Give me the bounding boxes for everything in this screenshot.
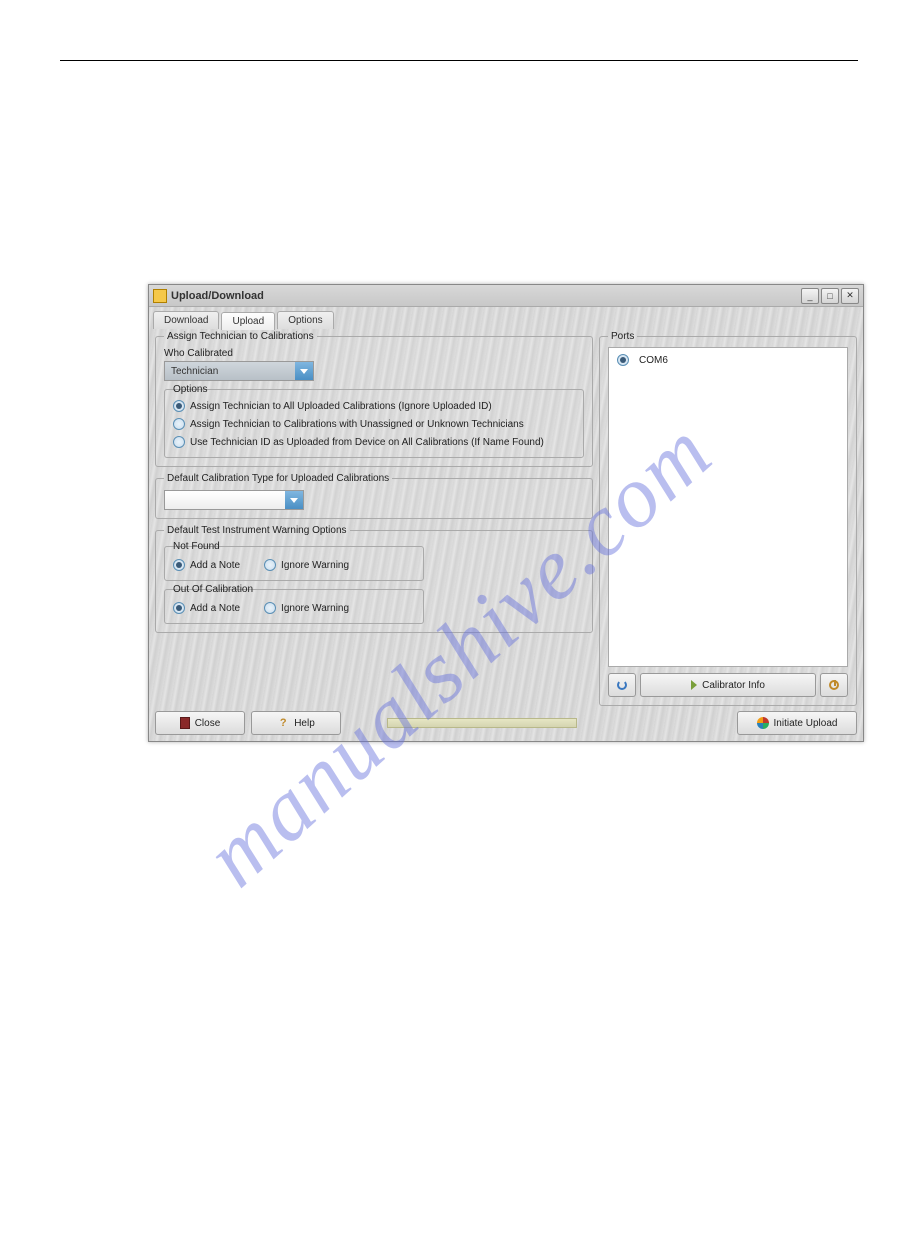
upload-download-window: Upload/Download _ □ ✕ Download Upload Op… — [148, 284, 864, 742]
default-calibration-type-group: Default Calibration Type for Uploaded Ca… — [155, 473, 593, 519]
power-icon — [829, 680, 839, 690]
radio-icon — [173, 602, 185, 614]
outofcal-ignore[interactable]: Ignore Warning — [264, 599, 349, 617]
radio-icon — [264, 602, 276, 614]
right-panel: Ports COM6 Calibrator Info — [599, 329, 863, 718]
warnopts-legend: Default Test Instrument Warning Options — [164, 525, 350, 536]
chevron-down-icon — [285, 491, 303, 509]
radio-icon — [264, 559, 276, 571]
window-controls: _ □ ✕ — [801, 288, 859, 304]
chevron-down-icon — [295, 362, 313, 380]
initiate-upload-button[interactable]: Initiate Upload — [737, 711, 857, 735]
option-assign-all[interactable]: Assign Technician to All Uploaded Calibr… — [173, 397, 575, 415]
who-calibrated-dropdown[interactable]: Technician — [164, 361, 314, 381]
caltype-legend: Default Calibration Type for Uploaded Ca… — [164, 473, 392, 484]
power-button[interactable] — [820, 673, 848, 697]
content-area: Assign Technician to Calibrations Who Ca… — [149, 329, 863, 718]
choice-label: Add a Note — [190, 560, 240, 571]
initiate-label: Initiate Upload — [774, 718, 838, 729]
options-legend: Options — [173, 384, 223, 395]
out-of-calibration-group: Out Of Calibration Add a Note Ignore War… — [164, 589, 424, 624]
calibrator-icon — [691, 680, 697, 690]
option-label: Use Technician ID as Uploaded from Devic… — [190, 437, 544, 448]
option-label: Assign Technician to All Uploaded Calibr… — [190, 401, 492, 412]
window-title: Upload/Download — [171, 290, 801, 302]
option-use-uploaded-id[interactable]: Use Technician ID as Uploaded from Devic… — [173, 433, 575, 451]
ports-toolbar: Calibrator Info — [608, 673, 848, 697]
option-label: Assign Technician to Calibrations with U… — [190, 419, 524, 430]
choice-label: Ignore Warning — [281, 560, 349, 571]
notfound-ignore[interactable]: Ignore Warning — [264, 556, 349, 574]
radio-icon — [173, 436, 185, 448]
calibrator-info-label: Calibrator Info — [702, 680, 765, 691]
upload-icon — [757, 717, 769, 729]
radio-icon — [173, 418, 185, 430]
close-icon — [180, 717, 190, 729]
notfound-add-note[interactable]: Add a Note — [173, 556, 240, 574]
tab-upload[interactable]: Upload — [221, 312, 275, 330]
who-calibrated-value: Technician — [165, 366, 295, 377]
help-button[interactable]: ? Help — [251, 711, 341, 735]
calibration-type-dropdown[interactable] — [164, 490, 304, 510]
tab-download[interactable]: Download — [153, 311, 219, 329]
ports-legend: Ports — [608, 331, 637, 342]
footer-bar: Close ? Help Initiate Upload — [149, 705, 863, 741]
maximize-button[interactable]: □ — [821, 288, 839, 304]
choice-label: Ignore Warning — [281, 603, 349, 614]
outofcal-add-note[interactable]: Add a Note — [173, 599, 240, 617]
calibrator-info-button[interactable]: Calibrator Info — [640, 673, 816, 697]
help-label: Help — [294, 718, 315, 729]
option-assign-unassigned[interactable]: Assign Technician to Calibrations with U… — [173, 415, 575, 433]
outofcal-legend: Out Of Calibration — [173, 584, 415, 595]
minimize-button[interactable]: _ — [801, 288, 819, 304]
choice-label: Add a Note — [190, 603, 240, 614]
app-icon — [153, 289, 167, 303]
notfound-legend: Not Found — [173, 541, 415, 552]
close-button[interactable]: Close — [155, 711, 245, 735]
assign-options-group: Options Assign Technician to All Uploade… — [164, 389, 584, 458]
footer-spacer-bar — [387, 718, 577, 728]
ports-group: Ports COM6 Calibrator Info — [599, 331, 857, 706]
assign-legend: Assign Technician to Calibrations — [164, 331, 317, 342]
close-label: Close — [195, 718, 221, 729]
close-window-button[interactable]: ✕ — [841, 288, 859, 304]
left-panel: Assign Technician to Calibrations Who Ca… — [149, 329, 599, 718]
port-item[interactable]: COM6 — [613, 352, 843, 368]
radio-icon — [173, 559, 185, 571]
page-divider — [60, 60, 858, 61]
radio-icon — [173, 400, 185, 412]
refresh-icon — [617, 680, 627, 690]
help-icon: ? — [277, 717, 289, 729]
port-label: COM6 — [639, 355, 668, 366]
tab-bar: Download Upload Options — [149, 307, 863, 329]
warning-options-group: Default Test Instrument Warning Options … — [155, 525, 593, 633]
window-body: Download Upload Options Assign Technicia… — [149, 307, 863, 741]
titlebar: Upload/Download _ □ ✕ — [149, 285, 863, 307]
tab-options[interactable]: Options — [277, 311, 333, 329]
assign-technician-group: Assign Technician to Calibrations Who Ca… — [155, 331, 593, 467]
ports-list[interactable]: COM6 — [608, 347, 848, 667]
radio-icon — [617, 354, 629, 366]
not-found-group: Not Found Add a Note Ignore Warning — [164, 546, 424, 581]
refresh-ports-button[interactable] — [608, 673, 636, 697]
who-calibrated-label: Who Calibrated — [164, 348, 584, 359]
